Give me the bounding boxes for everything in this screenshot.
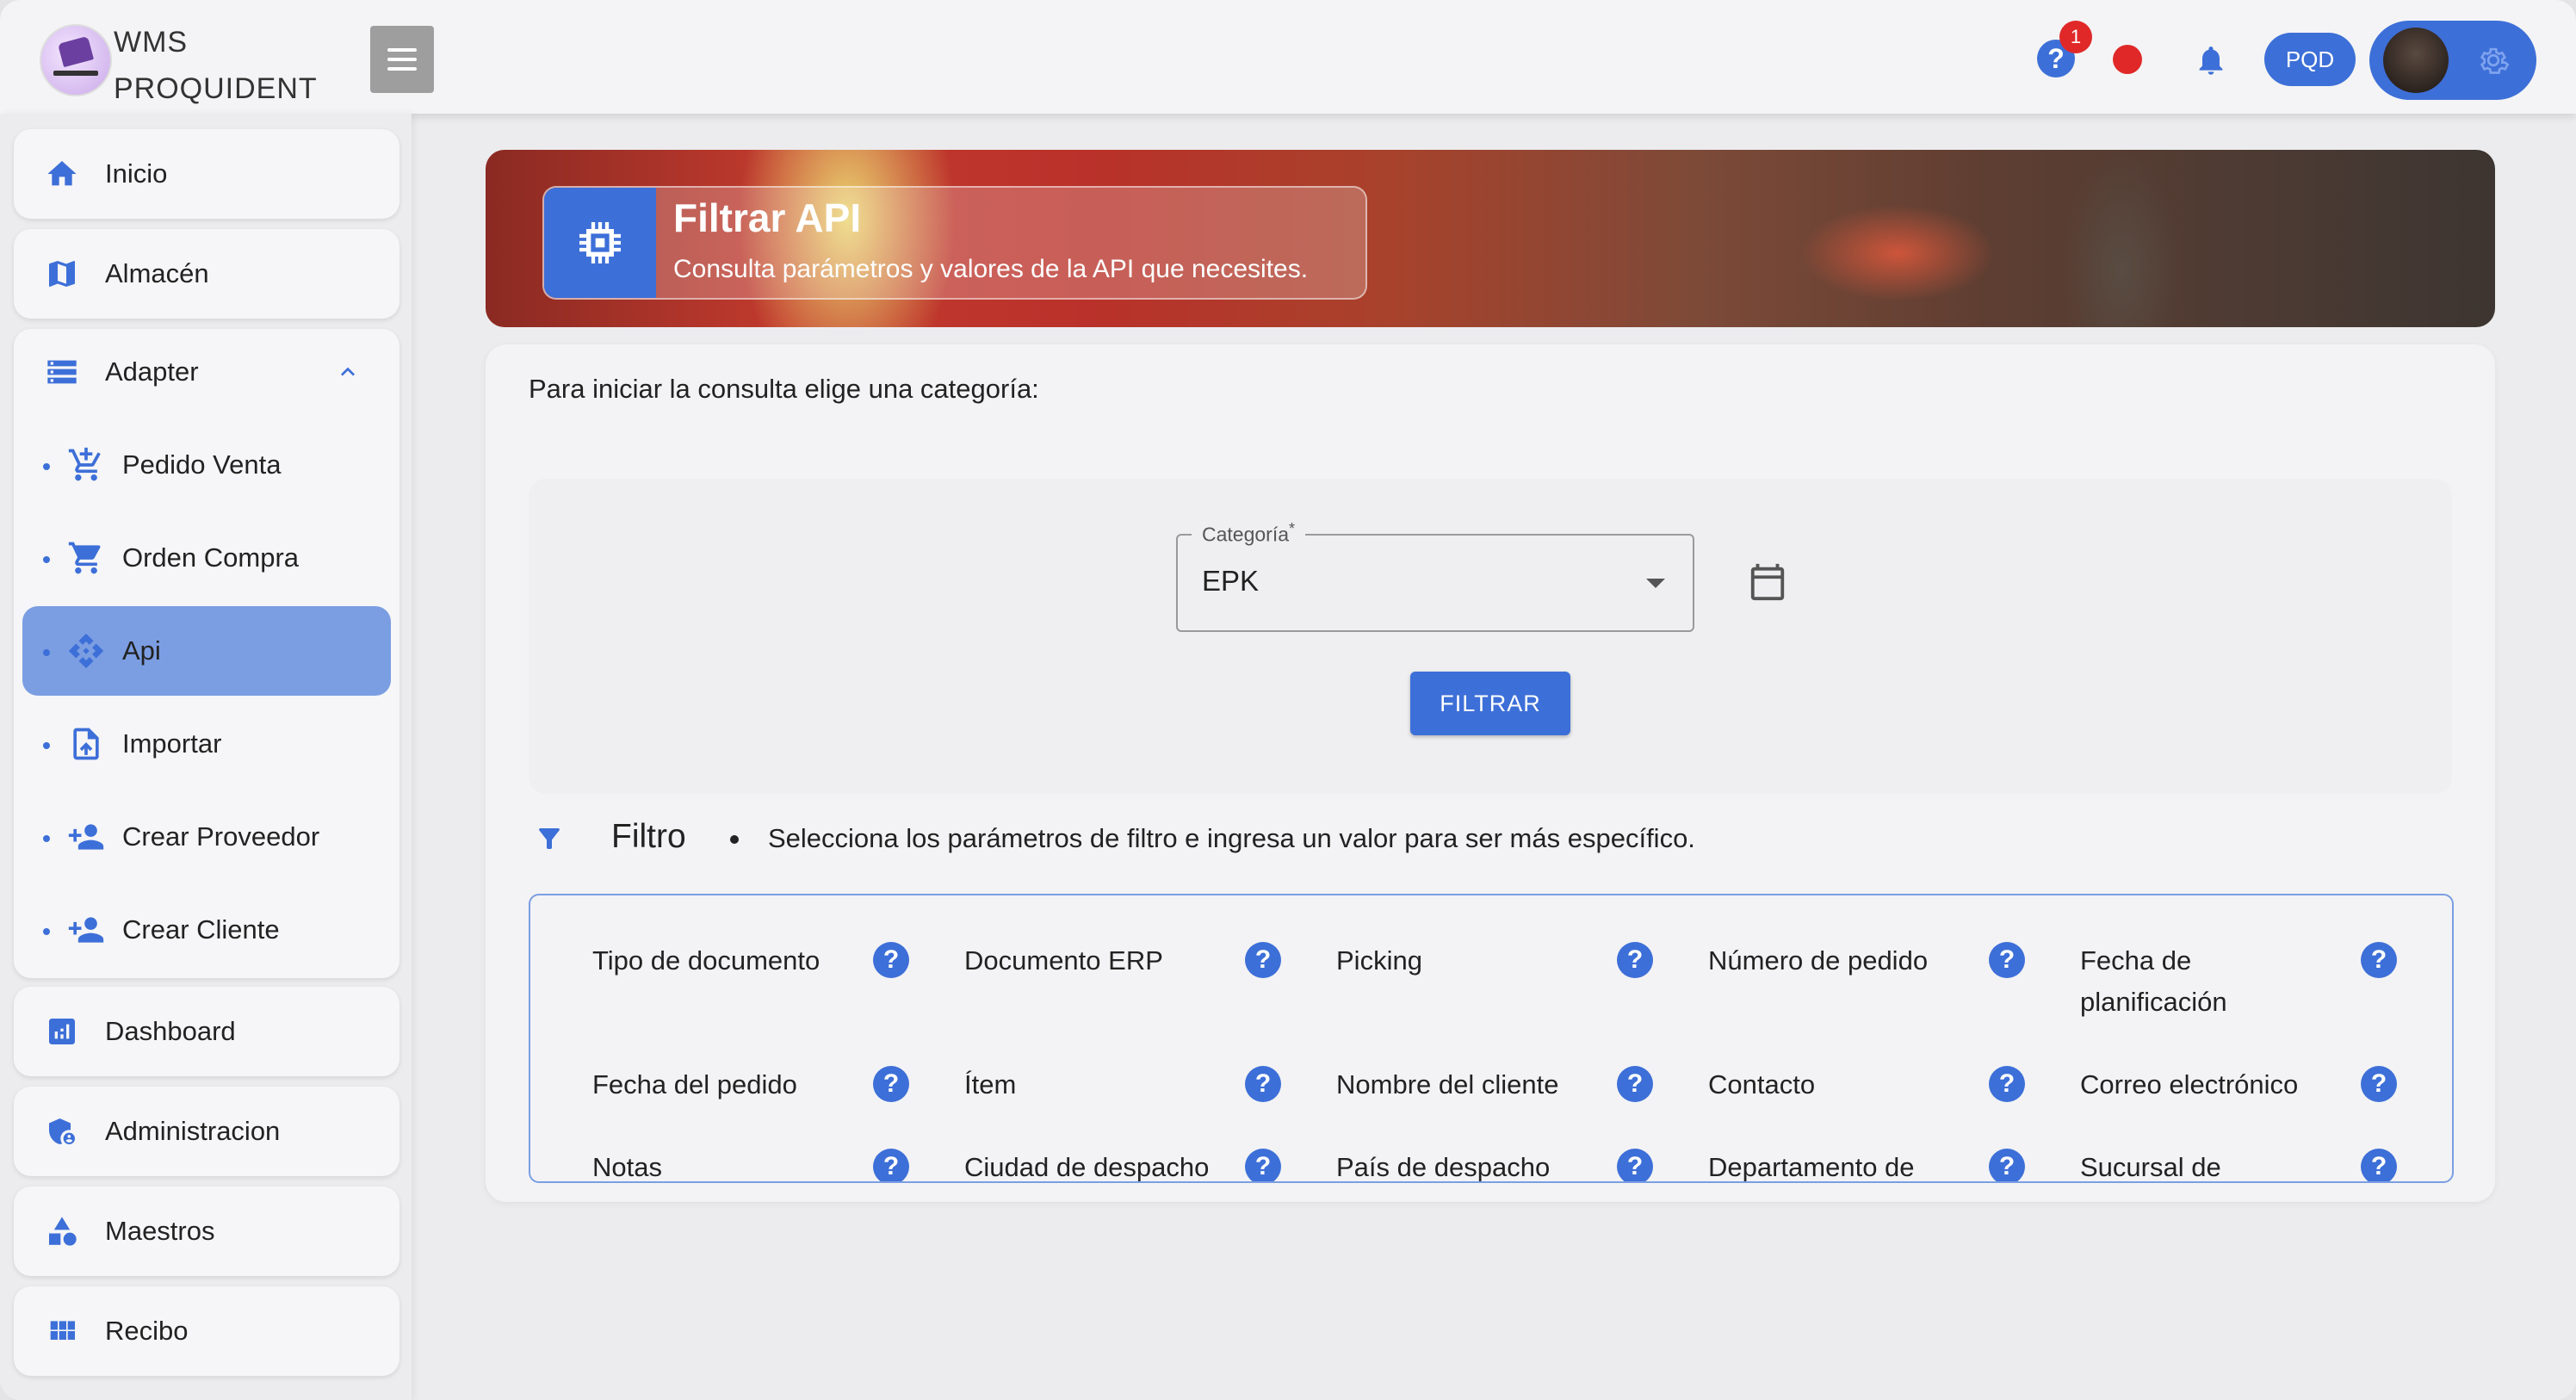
param-fecha-planificacion[interactable]: Fecha de planificación?: [2018, 930, 2397, 1017]
bullet-dot: [43, 556, 50, 563]
sidebar-item-label: Orden Compra: [122, 542, 300, 573]
sidebar-item-label: Inicio: [105, 158, 168, 189]
param-fecha-pedido[interactable]: Fecha del pedido?: [530, 1054, 909, 1131]
param-notas[interactable]: Notas?: [530, 1137, 909, 1181]
sidebar-item-crear-cliente[interactable]: Crear Cliente: [22, 885, 391, 975]
map-icon: [49, 261, 75, 287]
sidebar-item-orden-compra[interactable]: Orden Compra: [22, 513, 391, 603]
sidebar-item-label: Administracion: [105, 1116, 281, 1146]
sidebar-item-label: Almacén: [105, 258, 209, 288]
category-label: Categoría*: [1192, 520, 1306, 547]
param-sucursal-despacho[interactable]: Sucursal de despacho?: [2018, 1137, 2397, 1181]
help-icon[interactable]: ?: [2361, 942, 2397, 978]
param-numero-pedido[interactable]: Número de pedido?: [1646, 930, 2025, 1007]
banner-icon-box: [544, 188, 656, 298]
sidebar-item-recibo[interactable]: Recibo: [14, 1286, 399, 1376]
bullet-dot: [43, 742, 50, 749]
category-value: EPK: [1202, 565, 1260, 597]
param-picking[interactable]: Picking?: [1274, 930, 1653, 1007]
filter-params-box: Tipo de documento? Documento ERP? Pickin…: [529, 894, 2454, 1183]
filter-section-description: Selecciona los parámetros de filtro e in…: [768, 823, 1695, 853]
home-icon: [47, 161, 77, 186]
sidebar-item-label: Api: [122, 635, 161, 666]
sidebar-item-importar[interactable]: Importar: [22, 699, 391, 789]
sidebar-item-label: Dashboard: [105, 1016, 236, 1046]
sidebar-item-api[interactable]: Api: [22, 606, 391, 696]
category-panel: [529, 479, 2452, 794]
banner-card: Filtrar API Consulta parámetros y valore…: [542, 186, 1367, 300]
sidebar-item-label: Recibo: [105, 1316, 189, 1346]
page-subtitle: Consulta parámetros y valores de la API …: [673, 255, 1309, 283]
intro-text: Para iniciar la consulta elige una categ…: [529, 374, 1039, 404]
page-title: Filtrar API: [673, 195, 862, 240]
param-item[interactable]: Ítem?: [902, 1054, 1281, 1131]
sidebar-item-label: Importar: [122, 728, 222, 759]
app-logo[interactable]: [40, 24, 112, 96]
filter-funnel-icon: [539, 828, 560, 849]
person-add-icon: [68, 824, 104, 850]
sidebar-item-dashboard[interactable]: Dashboard: [14, 987, 399, 1076]
bullet-dot: [43, 463, 50, 470]
admin-shield-icon: [49, 1118, 75, 1144]
filter-button[interactable]: FILTRAR: [1410, 672, 1570, 735]
bullet-dot: [43, 928, 50, 935]
bell-icon[interactable]: [2194, 41, 2228, 79]
person-add-icon: [68, 917, 104, 943]
bar-chart-icon: [49, 1019, 75, 1044]
sidebar-item-label: Pedido Venta: [122, 449, 282, 480]
sidebar-item-label: Crear Cliente: [122, 914, 280, 945]
cart-icon: [68, 542, 101, 574]
param-tipo-documento[interactable]: Tipo de documento?: [530, 930, 909, 1007]
app-frame: WMS PROQUIDENT ? 1 PQD Inicio Almacén Ad…: [0, 0, 2576, 1400]
help-badge: 1: [2059, 21, 2092, 53]
bullet-dot: [43, 649, 50, 656]
bullet-dot: [730, 835, 739, 844]
top-header: WMS PROQUIDENT ? 1 PQD: [0, 0, 2576, 114]
menu-toggle-button[interactable]: [370, 26, 434, 93]
sidebar-item-almacen[interactable]: Almacén: [14, 229, 399, 319]
bullet-dot: [43, 835, 50, 842]
api-icon: [68, 633, 104, 669]
sidebar-item-label: Crear Proveedor: [122, 821, 320, 852]
param-contacto[interactable]: Contacto?: [1646, 1054, 2025, 1131]
calendar-icon[interactable]: [1748, 560, 1787, 604]
upload-file-icon: [73, 728, 99, 760]
brand-line-2: PROQUIDENT: [114, 72, 318, 105]
sidebar-item-pedido-venta[interactable]: Pedido Venta: [22, 420, 391, 510]
brand-line-1: WMS: [114, 26, 189, 59]
status-dot-icon[interactable]: [2113, 45, 2142, 74]
gear-icon[interactable]: [2476, 43, 2511, 77]
chevron-up-icon[interactable]: [334, 358, 362, 386]
sidebar-item-label: Adapter: [105, 356, 199, 387]
user-code-button[interactable]: PQD: [2264, 33, 2356, 86]
param-nombre-cliente[interactable]: Nombre del cliente?: [1274, 1054, 1653, 1131]
sidebar-item-inicio[interactable]: Inicio: [14, 129, 399, 219]
param-correo-electronico[interactable]: Correo electrónico?: [2018, 1054, 2397, 1131]
param-pais-despacho[interactable]: País de despacho?: [1274, 1137, 1653, 1181]
chip-icon: [579, 222, 621, 263]
help-icon[interactable]: ?: [2361, 1149, 2397, 1181]
param-documento-erp[interactable]: Documento ERP?: [902, 930, 1281, 1007]
grid-icon: [50, 1321, 75, 1340]
cart-add-icon: [68, 447, 101, 481]
sidebar-item-crear-proveedor[interactable]: Crear Proveedor: [22, 792, 391, 882]
brand-name: WMS PROQUIDENT: [114, 19, 318, 112]
filter-section-title: Filtro: [611, 818, 686, 855]
help-icon[interactable]: ?: [2361, 1066, 2397, 1102]
storage-icon: [47, 360, 77, 384]
param-departamento[interactable]: Departamento de?: [1646, 1137, 2025, 1181]
avatar: [2383, 28, 2449, 93]
shapes-icon: [49, 1217, 77, 1246]
sidebar-item-maestros[interactable]: Maestros: [14, 1186, 399, 1276]
sidebar-item-administracion[interactable]: Administracion: [14, 1087, 399, 1176]
sidebar-item-adapter[interactable]: Adapter: [14, 327, 399, 417]
caret-down-icon[interactable]: [1646, 579, 1665, 588]
param-ciudad-despacho[interactable]: Ciudad de despacho?: [902, 1137, 1281, 1181]
sidebar-item-label: Maestros: [105, 1216, 215, 1246]
user-menu-button[interactable]: [2369, 21, 2536, 100]
